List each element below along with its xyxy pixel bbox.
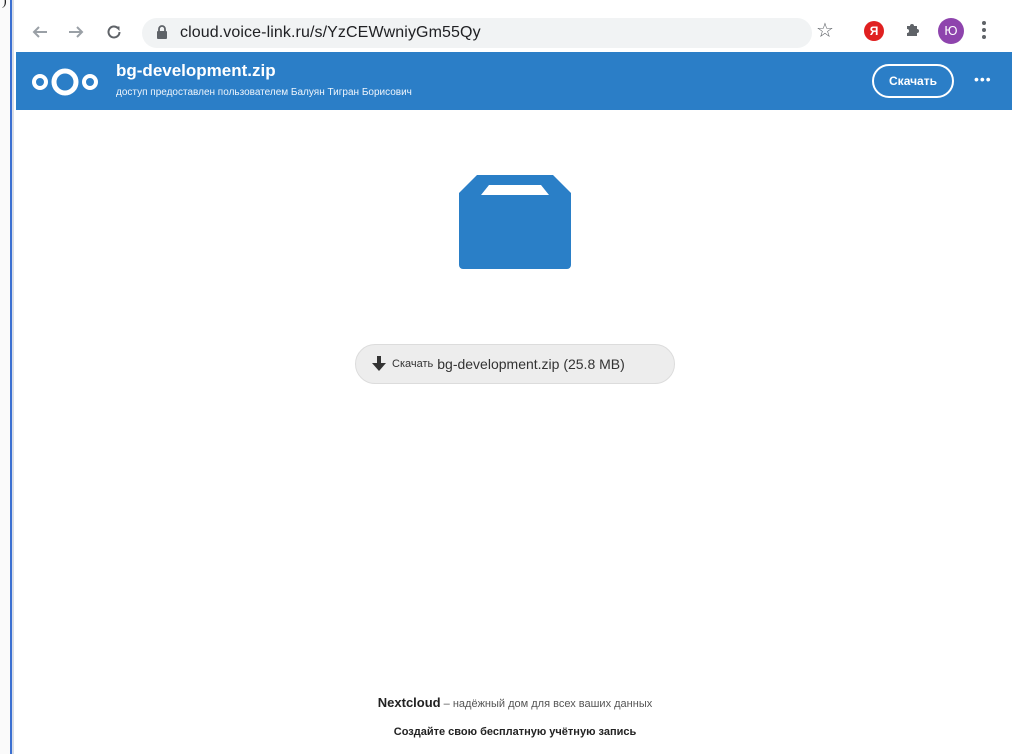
more-actions-icon[interactable]: ••• bbox=[974, 71, 992, 87]
address-bar[interactable]: cloud.voice-link.ru/s/YzCEWwniyGm55Qy bbox=[142, 18, 812, 48]
stray-character: ) bbox=[2, 0, 7, 9]
url-text: cloud.voice-link.ru/s/YzCEWwniyGm55Qy bbox=[180, 24, 481, 41]
download-file-button[interactable]: Скачать bg-development.zip (25.8 MB) bbox=[355, 344, 675, 384]
shared-by-text: доступ предоставлен пользователем Балуян… bbox=[116, 87, 412, 98]
reload-icon[interactable] bbox=[102, 20, 126, 44]
file-title: bg-development.zip bbox=[116, 61, 276, 80]
profile-avatar[interactable]: Ю bbox=[938, 18, 964, 44]
download-word: Скачать bbox=[392, 358, 434, 370]
back-arrow-icon[interactable] bbox=[28, 20, 52, 44]
signup-link[interactable]: Создайте свою бесплатную учётную запись bbox=[0, 726, 1012, 738]
extensions-puzzle-icon[interactable] bbox=[903, 20, 923, 45]
browser-menu-icon[interactable] bbox=[981, 21, 987, 41]
download-file-label: bg-development.zip (25.8 MB) bbox=[437, 356, 625, 372]
archive-file-icon bbox=[459, 175, 571, 275]
download-arrow-icon bbox=[372, 356, 386, 372]
footer-tagline: Nextcloud – надёжный дом для всех ваших … bbox=[0, 695, 1012, 710]
yandex-extension-icon[interactable]: Я bbox=[864, 21, 884, 41]
footer-brand-link[interactable]: Nextcloud bbox=[378, 695, 441, 710]
lock-icon bbox=[156, 25, 168, 45]
header-download-button[interactable]: Скачать bbox=[872, 64, 954, 98]
nextcloud-header: bg-development.zip доступ предоставлен п… bbox=[16, 52, 1012, 110]
forward-arrow-icon[interactable] bbox=[64, 20, 88, 44]
footer-tagline-text: – надёжный дом для всех ваших данных bbox=[440, 698, 653, 710]
page-left-edge bbox=[0, 0, 14, 754]
nextcloud-logo-icon[interactable] bbox=[30, 66, 100, 103]
browser-toolbar: cloud.voice-link.ru/s/YzCEWwniyGm55Qy ☆ … bbox=[16, 12, 1012, 52]
bookmark-star-icon[interactable]: ☆ bbox=[816, 19, 834, 43]
